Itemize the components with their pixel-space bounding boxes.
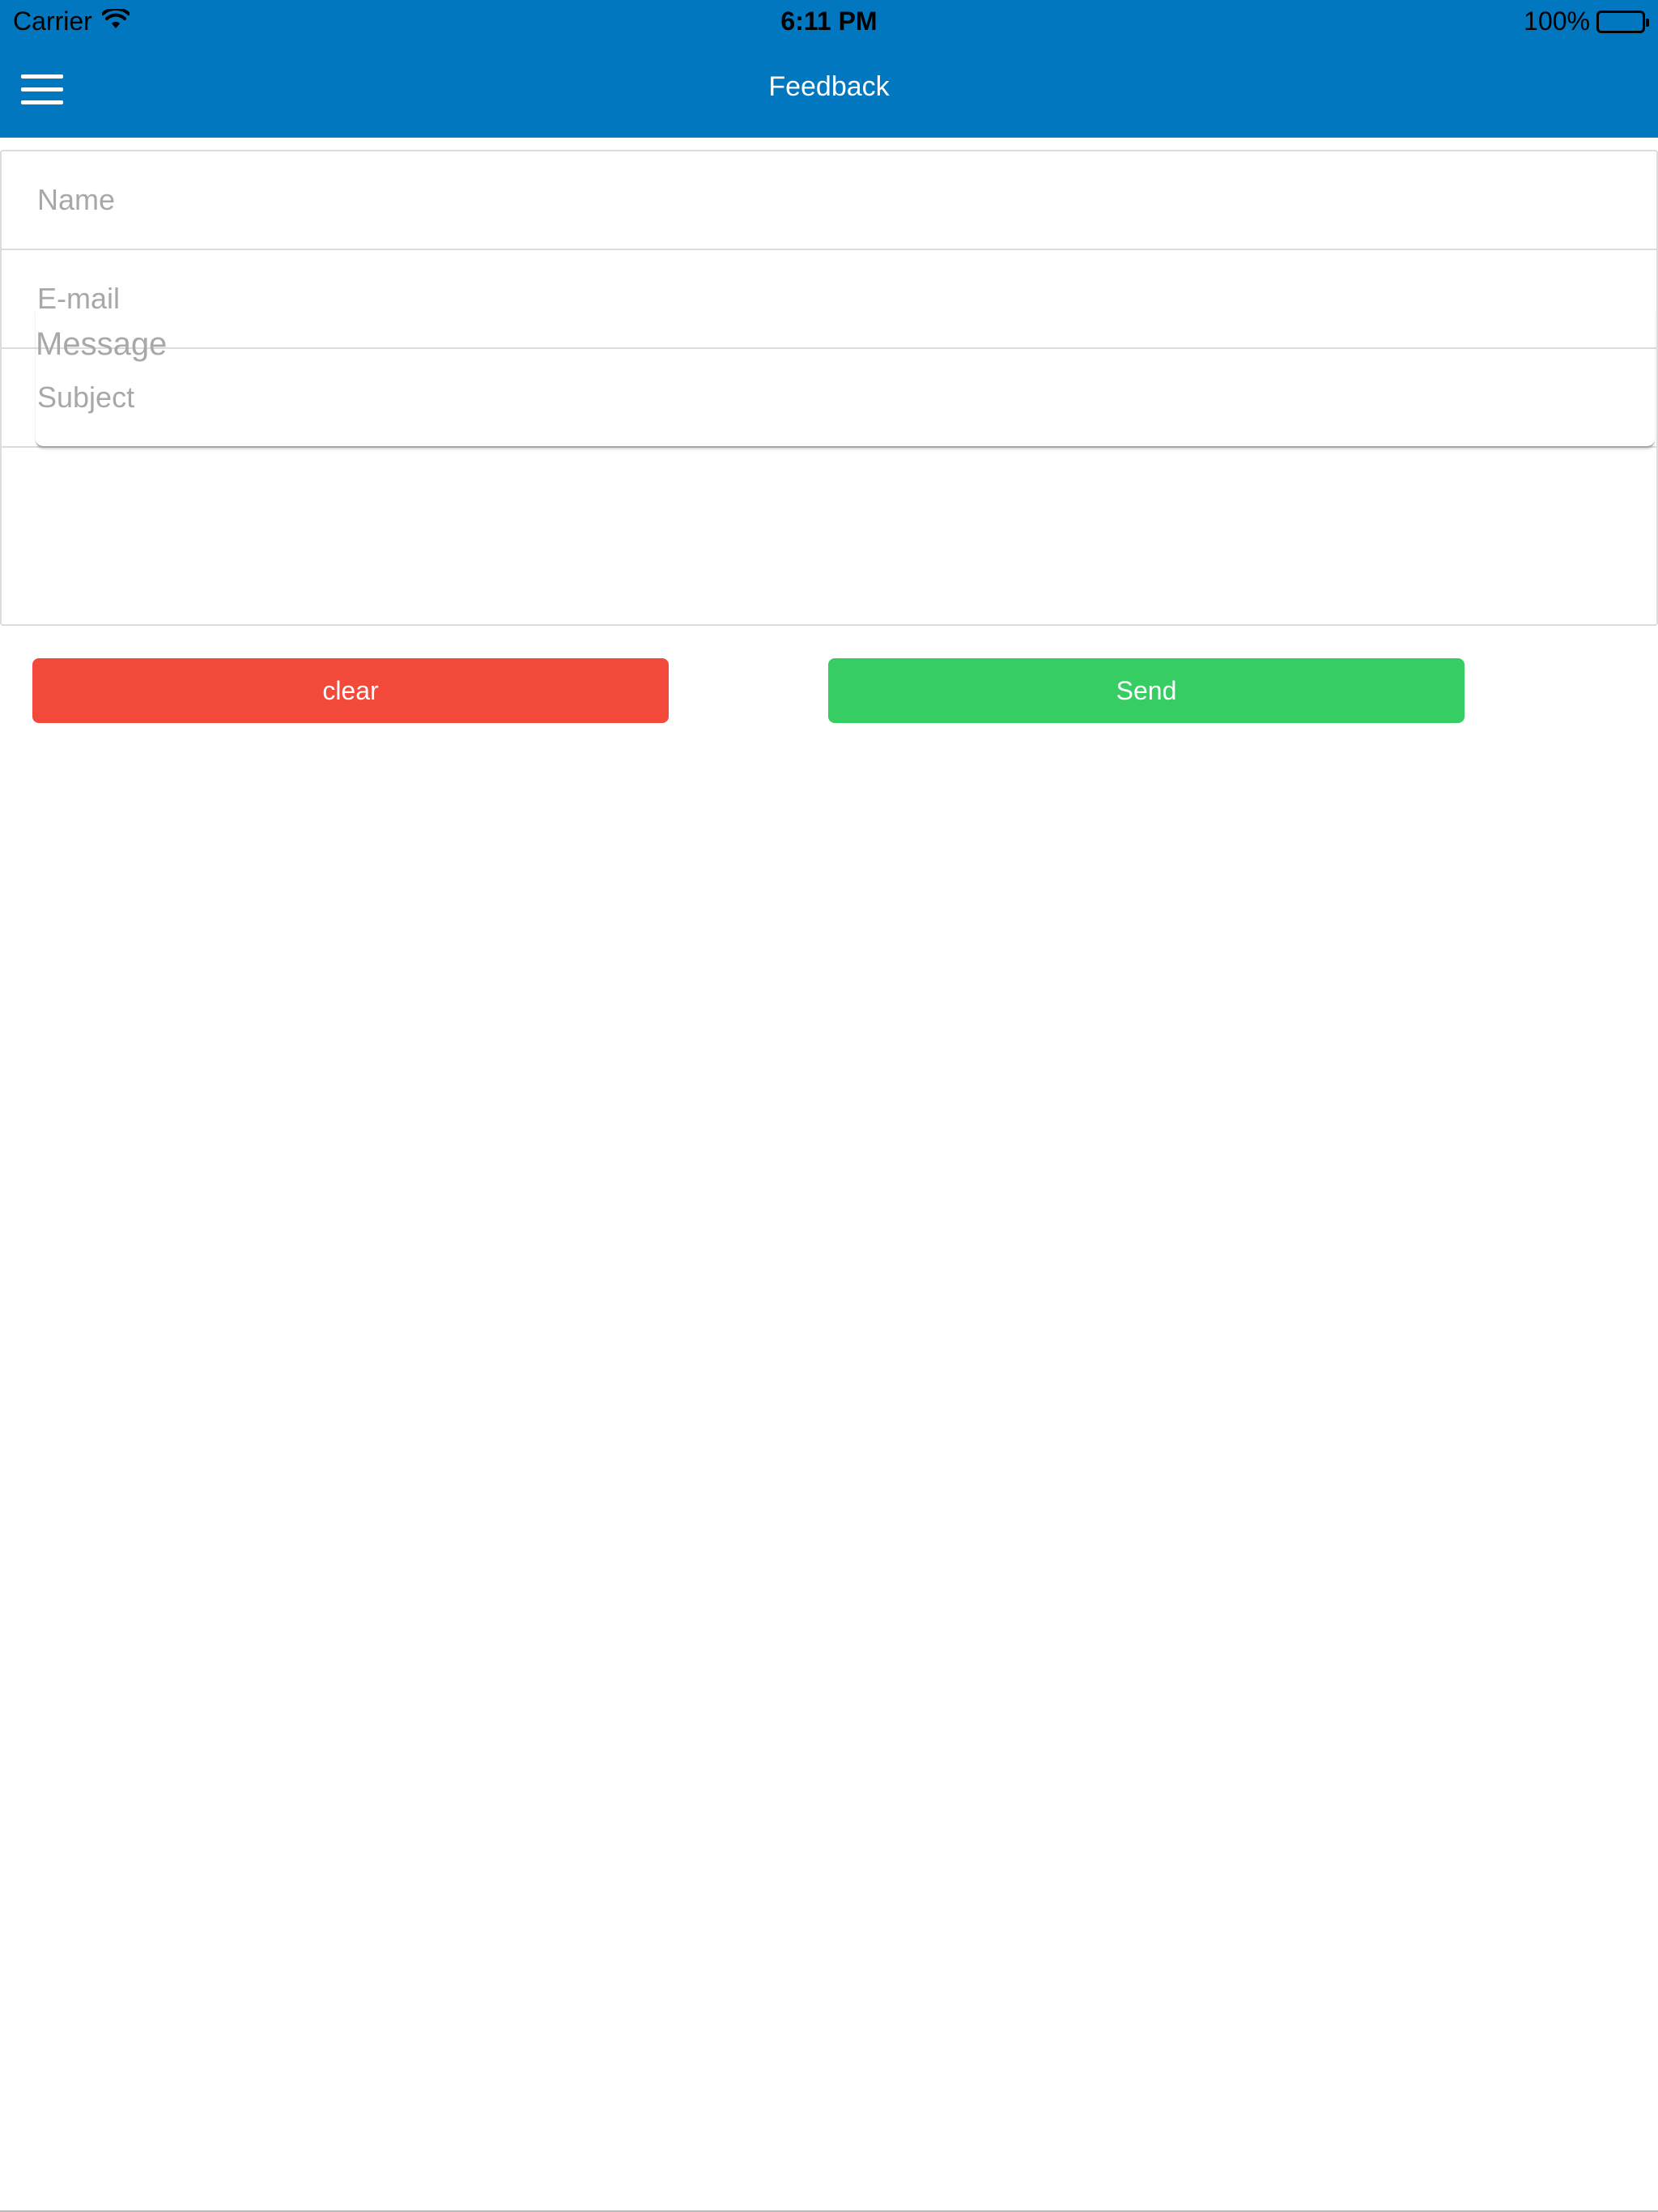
- send-button[interactable]: Send: [828, 658, 1465, 723]
- battery-percent: 100%: [1524, 6, 1590, 36]
- status-right: 100%: [1524, 6, 1649, 36]
- battery-icon: [1596, 10, 1649, 33]
- clear-button[interactable]: clear: [32, 658, 669, 723]
- message-textarea[interactable]: [36, 310, 1655, 448]
- name-field-row: [2, 151, 1656, 250]
- status-time: 6:11 PM: [780, 6, 878, 36]
- top-bar: Carrier 6:11 PM 100% Feedback: [0, 0, 1658, 138]
- name-input[interactable]: [2, 151, 1656, 249]
- nav-bar: Feedback: [0, 45, 1658, 138]
- page-title: Feedback: [768, 71, 890, 102]
- status-bar: Carrier 6:11 PM 100%: [0, 0, 1658, 45]
